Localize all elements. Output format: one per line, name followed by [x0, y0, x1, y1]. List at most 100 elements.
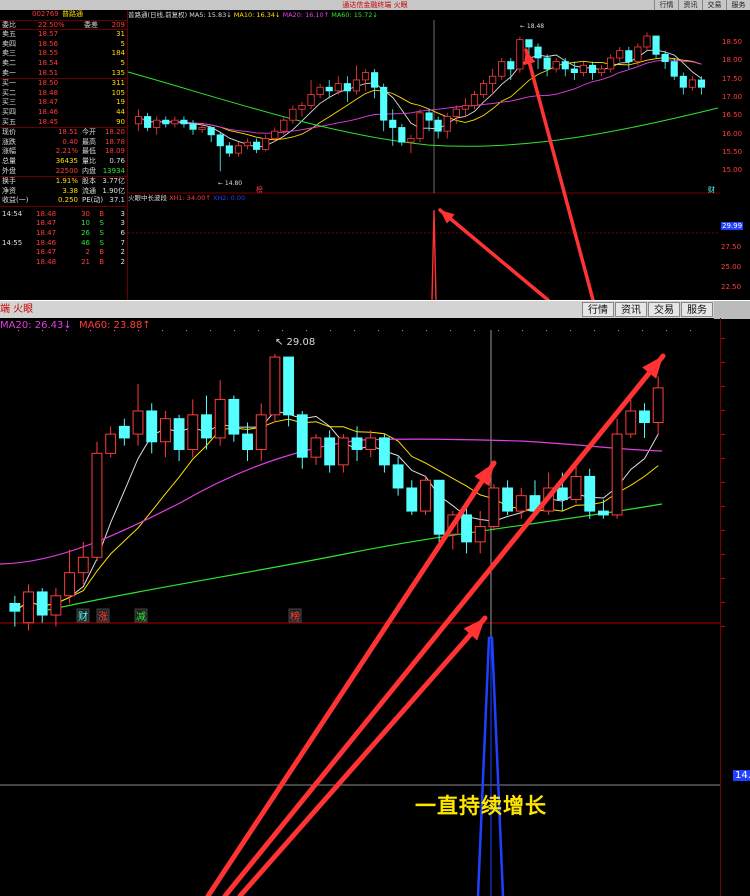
stat-value: 22500 — [55, 166, 78, 175]
weicha-value: 209 — [111, 20, 125, 29]
main-candle — [625, 410, 637, 435]
bid-list: 买一 18.50 311 买二 18.48 105 买三 18.47 19 买四 18.46 44 买五… — [0, 78, 127, 127]
main-candle — [652, 387, 664, 424]
top-candle — [489, 75, 497, 84]
stat-row: 涨跌 0.40 最高 18.78 — [0, 138, 127, 148]
tick-price: 18.48 — [36, 257, 57, 266]
main-menu-jiaoyi[interactable]: 交易 — [648, 302, 680, 317]
top-candle — [216, 134, 224, 147]
top-candle — [153, 119, 161, 128]
top-candle — [634, 46, 642, 63]
tick-price: 18.48 — [36, 209, 57, 218]
tick-volume: 26 — [81, 229, 90, 238]
stat-label2: 内盘 — [82, 166, 96, 175]
top-candle — [652, 35, 660, 55]
grid-dot — [594, 330, 596, 332]
top-candle — [144, 116, 152, 128]
top-candle — [570, 68, 578, 73]
top-indicator-tick: 25.00 — [721, 263, 742, 271]
main-candle — [502, 487, 514, 512]
tick-count: 3 — [120, 219, 125, 228]
stat-row: 外盘 22500 内盘 13934 — [0, 167, 127, 177]
main-candle — [187, 414, 199, 450]
tick-volume: 46 — [81, 238, 90, 247]
stat-value: 0.40 — [62, 137, 78, 146]
axis-tick-mark — [721, 482, 725, 483]
main-candle — [392, 464, 404, 489]
bid-label: 买二 — [2, 88, 16, 97]
tick-side: S — [99, 229, 104, 238]
top-candle — [543, 57, 551, 70]
main-candle — [406, 487, 418, 512]
main-candle — [201, 414, 212, 439]
axis-tick-mark — [721, 410, 725, 411]
main-candle — [597, 510, 609, 516]
grid-dot — [306, 330, 308, 332]
main-menu-hangqing[interactable]: 行情 — [582, 302, 614, 317]
menu-fuwu[interactable]: 服务 — [726, 0, 750, 10]
main-candle — [611, 433, 623, 516]
top-candle — [171, 119, 179, 125]
main-candle — [23, 591, 34, 624]
main-menu-fuwu[interactable]: 服务 — [681, 302, 713, 317]
top-candle — [225, 145, 233, 154]
top-candle — [416, 112, 424, 139]
main-ma20-label: MA20: 26.43↓ — [0, 320, 72, 331]
top-candle — [307, 94, 315, 106]
main-candle — [105, 433, 117, 454]
axis-tick-mark — [721, 338, 725, 339]
bid-volume: 19 — [116, 98, 125, 107]
top-candle — [552, 61, 560, 70]
top-candle — [507, 61, 515, 70]
bid-label: 买三 — [2, 98, 16, 107]
top-arrow-1 — [524, 48, 595, 300]
ask-label: 卖一 — [2, 68, 16, 77]
stat-row: 现价 18.51 今开 18.20 — [0, 128, 127, 138]
stat-row: 净资 3.38 流通 1.90亿 — [0, 187, 127, 197]
top-indicator-tick: 27.50 — [721, 243, 742, 251]
main-candle — [283, 356, 295, 416]
tick-row: 18.47 2 B 2 — [0, 248, 127, 258]
stat-label: 总量 — [2, 156, 16, 165]
ask-volume: 5 — [120, 58, 125, 67]
top-candle — [243, 141, 252, 147]
tick-price: 18.46 — [36, 238, 57, 247]
top-kline-chart[interactable]: ← 18.48 ← 14.80 榜 财 — [128, 10, 720, 300]
toolbar-right-block — [714, 301, 750, 319]
axis-tick-mark — [721, 530, 725, 531]
stat-label2: 最高 — [82, 137, 96, 146]
top-chart-title: 普路通(日线,前复权) MA5: 15.83↓ MA10: 16.34↓ MA2… — [128, 10, 378, 20]
top-price-tick: 18.50 — [722, 38, 743, 46]
top-candle — [189, 123, 197, 130]
tick-count: 7 — [120, 238, 125, 247]
menu-zixun[interactable]: 资讯 — [678, 0, 702, 10]
top-candle — [325, 86, 333, 92]
top-candle — [434, 119, 442, 132]
top-candle — [670, 61, 678, 77]
indicator-xh1: XH1: 34.00↑ — [169, 194, 211, 202]
top-ma-1: MA10: 16.34↓ — [231, 11, 281, 19]
axis-tick-mark — [721, 578, 725, 579]
grid-dot — [450, 330, 452, 332]
grid-dot — [426, 330, 428, 332]
stat-value2: 1.90亿 — [102, 186, 125, 195]
indicator-name: 火眼中长波段 — [128, 194, 167, 202]
top-candle — [134, 116, 143, 125]
main-candle — [255, 414, 267, 450]
main-arrow-1 — [205, 460, 497, 896]
main-ma60-line — [47, 503, 663, 611]
stat-label: 收益(一) — [2, 196, 29, 205]
menu-jiaoyi[interactable]: 交易 — [702, 0, 726, 10]
stat-label: 涨幅 — [2, 147, 16, 156]
top-window: 通达信金融终端 火眼 行情 资讯 交易 服务 002769 普路通 委比 22.50%… — [0, 0, 750, 300]
menu-hangqing[interactable]: 行情 — [654, 0, 678, 10]
ask-price: 18.54 — [38, 58, 59, 67]
stat-value: 36435 — [55, 156, 78, 165]
main-menu-zixun[interactable]: 资讯 — [615, 302, 647, 317]
main-kline-chart[interactable]: ↖ 29.08 财涨 减 榜 — [0, 318, 720, 896]
top-candle — [679, 75, 687, 88]
ask-row: 卖二 18.54 5 — [0, 59, 127, 69]
top-candle — [598, 68, 606, 73]
stats2-list: 换手 1.91% 股本 3.77亿 净资 3.38 流通 1.90亿 收益(一) 0.250 PE(… — [0, 176, 127, 206]
tick-time — [2, 229, 36, 239]
